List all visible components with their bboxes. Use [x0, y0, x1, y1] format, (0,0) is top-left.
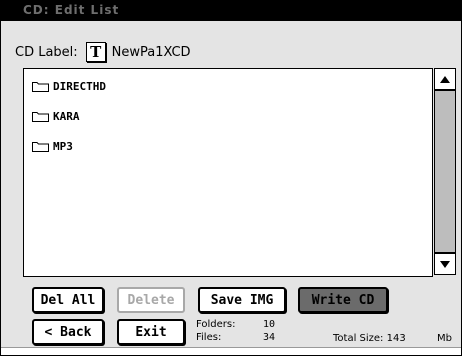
- folders-count: 10: [263, 319, 276, 330]
- delete-button[interactable]: Delete: [117, 287, 185, 313]
- exit-button[interactable]: Exit: [117, 319, 185, 345]
- list-item[interactable]: DIRECTHD: [32, 79, 106, 93]
- folder-icon: [32, 81, 49, 92]
- file-list[interactable]: DIRECTHD KARA MP3: [23, 68, 433, 277]
- list-item-label: DIRECTHD: [53, 79, 106, 93]
- list-item-label: MP3: [53, 139, 73, 153]
- back-button[interactable]: < Back: [32, 319, 104, 345]
- cd-label-row: CD Label: T NewPa1XCD: [15, 41, 191, 63]
- cd-label-caption: CD Label:: [15, 44, 78, 60]
- text-edit-button[interactable]: T: [85, 42, 106, 62]
- bottom-strip: [1, 347, 461, 355]
- list-item[interactable]: MP3: [32, 139, 73, 153]
- list-item-label: KARA: [53, 109, 80, 123]
- files-label: Files:: [196, 332, 222, 343]
- arrow-down-icon: [440, 260, 450, 268]
- list-item[interactable]: KARA: [32, 109, 80, 123]
- scroll-up-button[interactable]: [434, 68, 456, 90]
- scroll-track[interactable]: [434, 90, 456, 253]
- window-title: CD: Edit List: [23, 3, 120, 17]
- title-bar: CD: Edit List: [1, 1, 461, 21]
- save-img-button[interactable]: Save IMG: [198, 287, 286, 313]
- folder-icon: [32, 141, 49, 152]
- write-cd-button[interactable]: Write CD: [298, 287, 388, 313]
- edit-list-window: CD: Edit List CD Label: T NewPa1XCD DIRE…: [0, 0, 462, 356]
- scrollbar[interactable]: [434, 68, 456, 275]
- arrow-up-icon: [440, 75, 450, 83]
- scroll-down-button[interactable]: [434, 253, 456, 275]
- del-all-button[interactable]: Del All: [32, 287, 104, 313]
- cd-label-value: NewPa1XCD: [111, 44, 191, 60]
- folder-icon: [32, 111, 49, 122]
- total-size-unit: Mb: [437, 333, 452, 344]
- folders-label: Folders:: [196, 319, 236, 330]
- total-size-label: Total Size: 143: [333, 333, 406, 344]
- files-count: 34: [263, 332, 276, 343]
